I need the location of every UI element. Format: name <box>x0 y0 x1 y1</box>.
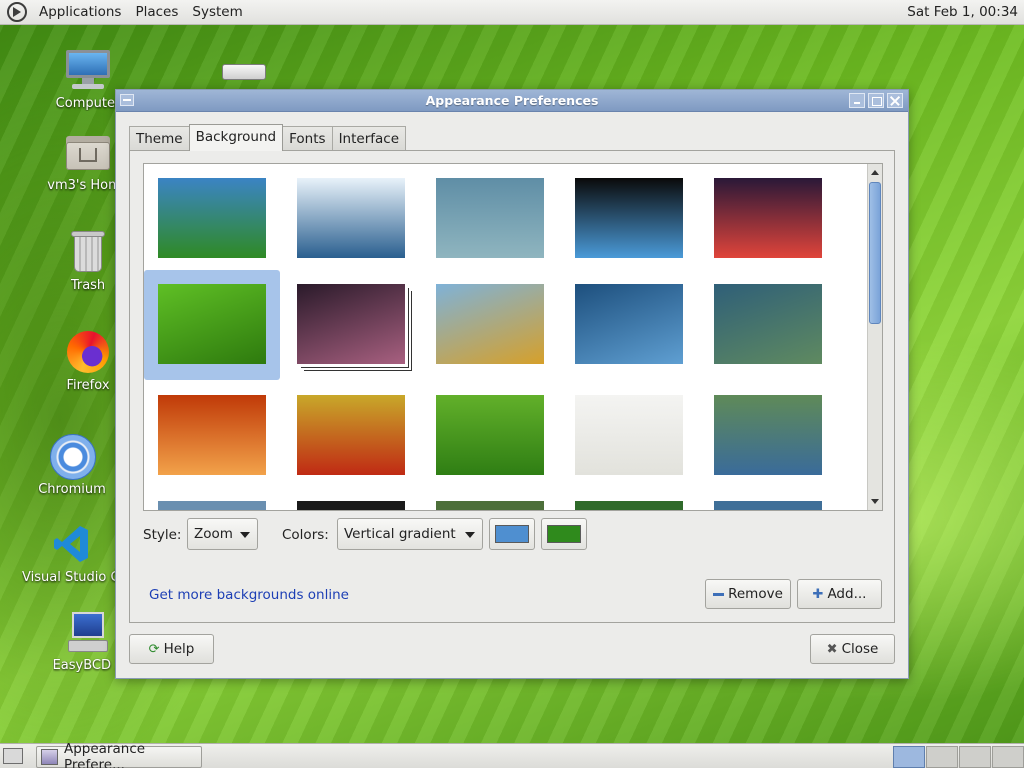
primary-color-button[interactable] <box>489 518 535 550</box>
vertical-scrollbar[interactable] <box>867 164 882 510</box>
places-menu[interactable]: Places <box>128 4 185 20</box>
wallpaper-thumb-blue-waves[interactable] <box>575 284 683 364</box>
plus-icon: ✚ <box>812 586 824 602</box>
appearance-preferences-window: Appearance Preferences Theme Background … <box>115 89 909 679</box>
workspace-1[interactable] <box>893 746 925 768</box>
scroll-up-icon[interactable] <box>871 170 879 175</box>
wallpaper-thumb-golden-grass[interactable] <box>436 284 544 364</box>
clock[interactable]: Sat Feb 1, 00:34 <box>907 4 1018 20</box>
home-folder-icon <box>64 128 112 176</box>
bottom-panel: Appearance Prefere... <box>0 741 1024 768</box>
help-button-label: Help <box>163 641 195 657</box>
style-combo-value: Zoom <box>194 526 233 542</box>
help-icon: ⟳ <box>148 641 160 657</box>
wallpaper-thumb-water-drop[interactable] <box>297 178 405 258</box>
add-button-label: Add... <box>827 586 867 602</box>
help-button[interactable]: ⟳ Help <box>129 634 214 664</box>
workspace-2[interactable] <box>926 746 958 768</box>
scrollbar-thumb[interactable] <box>869 182 881 324</box>
workspace-3[interactable] <box>959 746 991 768</box>
show-desktop-icon[interactable] <box>3 748 23 764</box>
colors-label: Colors: <box>282 527 329 543</box>
wallpaper-thumb-green-blue-fade[interactable] <box>714 395 822 475</box>
desktop-icon-vscode[interactable]: Visual Studio Code <box>20 520 124 585</box>
taskbar-button-label: Appearance Prefere... <box>63 741 146 768</box>
workspace-4[interactable] <box>992 746 1024 768</box>
secondary-color-button[interactable] <box>541 518 587 550</box>
wallpaper-thumb-gradient-blue-green[interactable] <box>158 178 266 258</box>
desktop-icon-chromium[interactable]: Chromium <box>20 432 124 497</box>
tab-interface[interactable]: Interface <box>331 126 407 151</box>
wallpaper-thumb-space-planets[interactable] <box>714 178 822 258</box>
chevron-down-icon <box>240 532 250 538</box>
wallpaper-thumb-green-blades[interactable] <box>436 395 544 475</box>
window-close-button[interactable] <box>887 93 903 108</box>
wallpaper-thumb-nebula[interactable] <box>297 284 405 364</box>
desktop-icon-label: Chromium <box>38 482 106 497</box>
computer-icon <box>64 46 112 94</box>
colors-combo[interactable]: Vertical gradient <box>337 518 483 550</box>
remove-button[interactable]: Remove <box>705 579 791 609</box>
wallpaper-thumb-teal-bokeh[interactable] <box>714 284 822 364</box>
wallpaper-thumb-partial[interactable] <box>297 501 405 510</box>
system-menu[interactable]: System <box>185 4 249 20</box>
minimize-button[interactable] <box>849 93 865 108</box>
window-title: Appearance Preferences <box>425 93 599 108</box>
wallpaper-thumb-partial[interactable] <box>714 501 822 510</box>
scroll-down-icon[interactable] <box>871 499 879 504</box>
desktop-icon-label: Visual Studio Code <box>22 570 122 585</box>
secondary-color-swatch <box>547 525 581 543</box>
wallpaper-thumb-partial[interactable] <box>575 501 683 510</box>
wallpaper-gallery <box>143 163 883 511</box>
tab-bar: Theme Background Fonts Interface <box>129 124 407 151</box>
minus-icon <box>713 592 725 596</box>
wallpaper-thumb-red-flower[interactable] <box>297 395 405 475</box>
add-button[interactable]: ✚ Add... <box>797 579 882 609</box>
wallpaper-thumb-blue-mist[interactable] <box>436 178 544 258</box>
wallpaper-thumb-partial[interactable] <box>436 501 544 510</box>
taskbar-button-appearance[interactable]: Appearance Prefere... <box>36 741 202 768</box>
desktop-icon-label: Firefox <box>66 378 110 393</box>
wallpaper-thumb-partial[interactable] <box>158 501 266 510</box>
distro-logo-icon[interactable] <box>7 2 27 22</box>
tab-theme[interactable]: Theme <box>129 126 190 151</box>
top-panel: Applications Places System Sat Feb 1, 00… <box>0 0 1024 25</box>
appearance-app-icon <box>41 749 58 765</box>
drive-icon[interactable] <box>222 60 266 82</box>
vscode-icon <box>48 520 96 568</box>
desktop-icon-label: EasyBCD 2 <box>52 658 124 673</box>
wallpaper-thumb-white-logo[interactable] <box>575 395 683 475</box>
close-button[interactable]: ✖ Close <box>810 634 895 664</box>
desktop-icon-label: Trash <box>70 278 106 293</box>
firefox-icon <box>64 328 112 376</box>
applications-menu[interactable]: Applications <box>32 4 128 20</box>
style-label: Style: <box>143 527 182 543</box>
chromium-icon <box>48 432 96 480</box>
primary-color-swatch <box>495 525 529 543</box>
colors-combo-value: Vertical gradient <box>344 526 456 542</box>
desktop-icon-label: Computer <box>55 96 121 111</box>
tab-background[interactable]: Background <box>188 124 284 151</box>
maximize-button[interactable] <box>868 93 884 108</box>
background-tab-panel: Style: Zoom Colors: Vertical gradient Ge… <box>129 150 895 623</box>
wallpaper-thumb-arch-prism[interactable] <box>575 178 683 258</box>
close-button-label: Close <box>841 641 879 657</box>
wallpaper-thumb-green-leaf[interactable] <box>158 284 266 364</box>
more-backgrounds-link[interactable]: Get more backgrounds online <box>149 587 349 603</box>
remove-button-label: Remove <box>728 586 783 602</box>
easybcd-icon <box>64 608 112 656</box>
style-combo[interactable]: Zoom <box>187 518 258 550</box>
wallpaper-thumb-orange-flower[interactable] <box>158 395 266 475</box>
close-icon: ✖ <box>826 641 838 657</box>
tab-fonts[interactable]: Fonts <box>282 126 333 151</box>
chevron-down-icon <box>465 532 475 538</box>
titlebar[interactable]: Appearance Preferences <box>116 90 908 112</box>
trash-icon <box>64 228 112 276</box>
